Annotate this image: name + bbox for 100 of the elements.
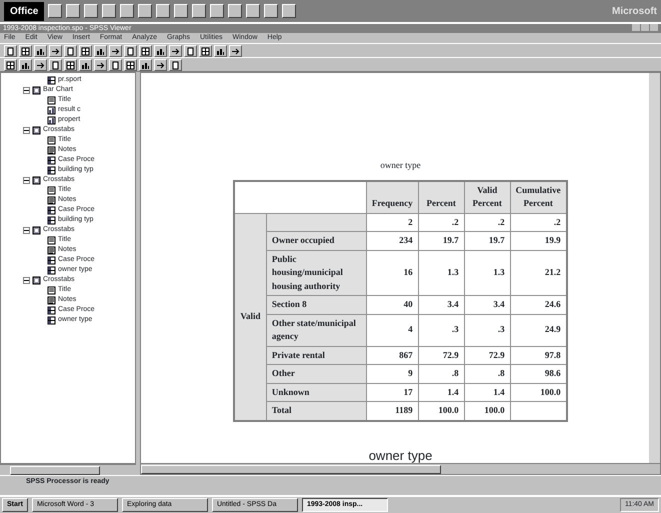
- table-cell: .3: [498, 324, 505, 334]
- toolbar-button[interactable]: [4, 45, 17, 57]
- chart-icon: [47, 106, 56, 114]
- arrow-icon: [36, 60, 45, 70]
- bars-icon: [36, 46, 45, 56]
- table-cell: 19.7: [488, 235, 505, 245]
- vertical-scrollbar[interactable]: [649, 73, 660, 463]
- book-icon: [32, 226, 41, 234]
- table-icon: [47, 76, 56, 84]
- chart-title: owner type: [368, 448, 432, 463]
- toolbar-button[interactable]: [124, 59, 137, 71]
- toolbar-button[interactable]: [34, 59, 47, 71]
- arrow-icon: [111, 46, 120, 56]
- table-cell: 3.4: [493, 299, 505, 309]
- book-icon: [32, 276, 41, 284]
- toolbar-button[interactable]: [139, 59, 152, 71]
- office-shortcut-button[interactable]: [264, 4, 278, 18]
- toolbar-button[interactable]: [94, 59, 107, 71]
- table-icon: [47, 306, 56, 314]
- scrollbar-thumb[interactable]: [141, 464, 441, 474]
- office-shortcut-button[interactable]: [120, 4, 134, 18]
- table-icon: [47, 166, 56, 174]
- table-cell: .2: [554, 216, 561, 226]
- table-cell: 1.4: [493, 386, 505, 396]
- toolbar-button[interactable]: [214, 45, 227, 57]
- toolbar-button[interactable]: [64, 45, 77, 57]
- office-shortcut-button[interactable]: [66, 4, 80, 18]
- collapse-toggle[interactable]: [23, 226, 30, 234]
- page-icon: [47, 286, 56, 294]
- table-cell: 3.4: [447, 299, 459, 309]
- office-shortcut-button[interactable]: [282, 4, 296, 18]
- horizontal-scrollbar[interactable]: [0, 464, 136, 475]
- toolbar-button[interactable]: [169, 45, 182, 57]
- arrow-icon: [156, 60, 165, 70]
- toolbar-button[interactable]: [154, 59, 167, 71]
- toolbar-button[interactable]: [49, 45, 62, 57]
- bars-icon: [216, 46, 225, 56]
- table-title: owner type: [380, 159, 421, 172]
- toolbar-button[interactable]: [109, 45, 122, 57]
- table-cell: 2: [408, 216, 413, 226]
- table-cell: 16: [404, 267, 413, 277]
- office-shortcut-button[interactable]: [210, 4, 224, 18]
- office-shortcut-button[interactable]: [192, 4, 206, 18]
- book-icon: [32, 126, 41, 134]
- office-shortcut-button[interactable]: [228, 4, 242, 18]
- table-cell: 72.9: [442, 350, 459, 360]
- table-cell: 97.8: [544, 350, 561, 360]
- chart-icon: [47, 116, 56, 124]
- office-shortcut-button[interactable]: [102, 4, 116, 18]
- notes-icon: [47, 296, 56, 304]
- toolbar-button[interactable]: [34, 45, 47, 57]
- table-cell: 1.3: [447, 267, 459, 277]
- toolbar-button[interactable]: [184, 45, 197, 57]
- toolbar-button[interactable]: [199, 45, 212, 57]
- grid-icon: [66, 60, 75, 70]
- collapse-toggle[interactable]: [23, 176, 30, 184]
- table-cell: 21.2: [544, 267, 561, 277]
- page-icon: [47, 186, 56, 194]
- table-cell: 4: [408, 324, 413, 334]
- scrollbar-thumb[interactable]: [10, 466, 100, 474]
- toolbar-button[interactable]: [64, 59, 77, 71]
- table-cell: .8: [498, 368, 505, 378]
- bars-icon: [156, 46, 165, 56]
- bars-icon: [21, 60, 30, 70]
- toolbar-button[interactable]: [19, 45, 32, 57]
- office-shortcut-button[interactable]: [138, 4, 152, 18]
- arrow-icon: [51, 46, 60, 56]
- table-cell: 72.9: [488, 350, 505, 360]
- table-icon: [47, 156, 56, 164]
- book-icon: [32, 176, 41, 184]
- office-shortcut-button[interactable]: [156, 4, 170, 18]
- toolbar-button[interactable]: [4, 59, 17, 71]
- arrow-icon: [231, 46, 240, 56]
- toolbar-button[interactable]: [229, 45, 242, 57]
- office-shortcut-button[interactable]: [246, 4, 260, 18]
- toolbar-button[interactable]: [139, 45, 152, 57]
- toolbar-button[interactable]: [49, 59, 62, 71]
- brand-label: Microsoft: [612, 4, 657, 18]
- toolbar-button[interactable]: [19, 59, 32, 71]
- grid-icon: [6, 60, 15, 70]
- collapse-toggle[interactable]: [23, 276, 30, 284]
- collapse-toggle[interactable]: [23, 86, 30, 94]
- office-shortcut-button[interactable]: [48, 4, 62, 18]
- table-cell: .3: [452, 324, 459, 334]
- horizontal-scrollbar[interactable]: [141, 463, 660, 474]
- table-cell: .2: [498, 216, 505, 226]
- toolbar-button[interactable]: [154, 45, 167, 57]
- office-shortcut-button[interactable]: [84, 4, 98, 18]
- toolbar-button[interactable]: [169, 59, 182, 71]
- toolbar-button[interactable]: [94, 45, 107, 57]
- toolbar-button[interactable]: [124, 45, 137, 57]
- toolbar-button[interactable]: [109, 59, 122, 71]
- table-cell: 100.0: [438, 405, 459, 415]
- bars-icon: [81, 60, 90, 70]
- toolbar-button[interactable]: [79, 45, 92, 57]
- office-logo[interactable]: Office: [4, 2, 44, 20]
- collapse-toggle[interactable]: [23, 126, 30, 134]
- table-cell: 40: [404, 299, 413, 309]
- office-shortcut-button[interactable]: [174, 4, 188, 18]
- toolbar-button[interactable]: [79, 59, 92, 71]
